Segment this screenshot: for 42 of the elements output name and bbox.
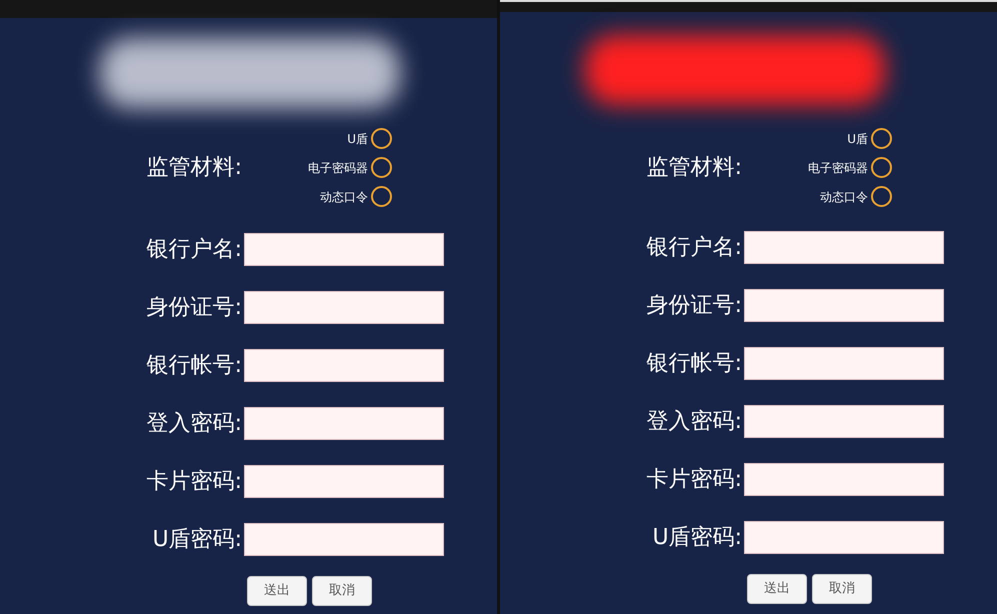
input-field[interactable]	[744, 231, 944, 264]
input-field[interactable]	[244, 349, 444, 382]
input-field[interactable]	[744, 405, 944, 438]
field-label: 监管材料:	[646, 154, 743, 182]
radio-label: 电子密码器	[808, 160, 868, 176]
field-label: 身份证号:	[646, 292, 743, 320]
field-label: U盾密码:	[651, 524, 743, 552]
radio-button[interactable]	[871, 157, 892, 178]
input-field[interactable]	[244, 465, 444, 498]
field-label: U盾密码:	[151, 526, 243, 554]
field-label: 登入密码:	[146, 410, 243, 438]
radio-button[interactable]	[371, 128, 392, 149]
input-field[interactable]	[744, 521, 944, 554]
radio-label: 动态口令	[320, 188, 368, 206]
radio-label: 动态口令	[820, 188, 868, 206]
field-label: 身份证号:	[146, 294, 243, 322]
radio-button[interactable]	[871, 128, 892, 149]
radio-label: 电子密码器	[308, 160, 368, 176]
form-button[interactable]: 送出	[747, 574, 807, 604]
input-field[interactable]	[244, 291, 444, 324]
field-label: 卡片密码:	[646, 466, 743, 494]
radio-label: U盾	[347, 130, 368, 148]
field-label: 银行户名:	[646, 234, 743, 262]
field-label: 银行帐号:	[146, 352, 243, 380]
form-button[interactable]: 取消	[312, 576, 372, 606]
input-field[interactable]	[244, 407, 444, 440]
input-field[interactable]	[744, 463, 944, 496]
field-label: 银行户名:	[146, 236, 243, 264]
form-button[interactable]: 取消	[812, 574, 872, 604]
input-field[interactable]	[244, 233, 444, 266]
radio-label: U盾	[847, 130, 868, 148]
field-label: 银行帐号:	[646, 350, 743, 378]
radio-button[interactable]	[371, 157, 392, 178]
field-label: 监管材料:	[146, 154, 243, 182]
input-field[interactable]	[244, 523, 444, 556]
radio-button[interactable]	[371, 186, 392, 207]
form-button[interactable]: 送出	[247, 576, 307, 606]
radio-button[interactable]	[871, 186, 892, 207]
input-field[interactable]	[744, 289, 944, 322]
input-field[interactable]	[744, 347, 944, 380]
field-label: 登入密码:	[646, 408, 743, 436]
field-label: 卡片密码:	[146, 468, 243, 496]
